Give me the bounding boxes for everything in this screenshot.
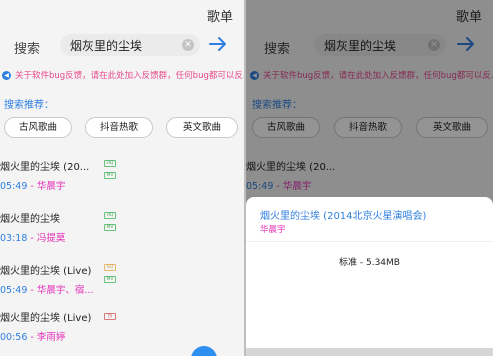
sheet-song-title: 烟火里的尘埃 (2014北京火星演唱会) <box>260 211 427 222</box>
mv-badge: MV <box>104 172 116 179</box>
recommend-title: 搜索推荐： <box>4 100 54 111</box>
speaker-icon: ◀ <box>2 71 11 80</box>
sheet-divider <box>246 241 493 242</box>
chip-douyin-hits[interactable]: 抖音热歌 <box>85 117 153 138</box>
chip-ancient-style[interactable]: 古风歌曲 <box>4 117 72 138</box>
search-input[interactable]: 烟灰里的尘埃 ✕ <box>60 34 200 56</box>
search-screen: 歌单 搜索 烟灰里的尘埃 ✕ ◀ 关于软件bug反馈，请在此处加入反馈群，任何bu… <box>0 0 244 356</box>
arrow-right-icon[interactable] <box>208 33 228 55</box>
sheet-artist: 华晨宇 <box>260 225 286 235</box>
chip-english-songs[interactable]: 英文歌曲 <box>166 117 238 138</box>
song-meta: 03:18 - 冯提莫 <box>0 233 66 244</box>
result-row[interactable]: 烟火里的尘埃 (Live) 00:56 - 李雨婷 包 <box>0 309 240 349</box>
clear-icon[interactable]: ✕ <box>182 39 194 51</box>
result-row[interactable]: 烟火里的尘埃 (Live) 05:49 - 华晨宇、宿... SQ MV <box>0 262 240 302</box>
mv-badge: MV <box>104 276 116 283</box>
mv-badge: MV <box>104 224 116 231</box>
result-row[interactable]: 烟火里的尘埃 (20... 05:49 - 华晨宇 HQ MV <box>0 158 240 198</box>
songlist-button[interactable]: 歌单 <box>207 6 233 25</box>
song-title: 烟火里的尘埃 (Live) <box>0 266 92 277</box>
song-meta: 05:49 - 华晨宇、宿... <box>0 285 94 296</box>
sq-badge: SQ <box>104 264 116 271</box>
package-badge: 包 <box>104 313 116 320</box>
hq-badge: HQ <box>104 160 116 167</box>
search-label: 搜索 <box>14 42 41 57</box>
download-sheet: 烟火里的尘埃 (2014北京火星演唱会) 华晨宇 标准 - 5.34MB <box>246 197 493 356</box>
song-meta: 05:49 - 华晨宇 <box>0 181 66 192</box>
result-row[interactable]: 烟火里的尘埃 03:18 - 冯提莫 HQ MV <box>0 210 240 250</box>
song-meta: 00:56 - 李雨婷 <box>0 332 66 343</box>
notice-text: 关于软件bug反馈，请在此处加入反馈群，任何bug都可以反... <box>15 71 244 81</box>
sheet-footer <box>246 348 493 356</box>
hq-badge: HQ <box>104 212 116 219</box>
quality-option-standard[interactable]: 标准 - 5.34MB <box>246 253 493 273</box>
search-screen-with-sheet: 歌单 搜索 烟灰里的尘埃 ✕ ◀ 关于软件bug反馈，请在此处加入反馈群，任何bu… <box>246 0 493 356</box>
song-title: 烟火里的尘埃 (Live) <box>0 313 92 324</box>
song-title: 烟火里的尘埃 (20... <box>0 162 90 173</box>
song-title: 烟火里的尘埃 <box>0 214 60 225</box>
feedback-notice[interactable]: ◀ 关于软件bug反馈，请在此处加入反馈群，任何bug都可以反... <box>2 69 244 83</box>
search-value: 烟灰里的尘埃 <box>70 39 143 53</box>
